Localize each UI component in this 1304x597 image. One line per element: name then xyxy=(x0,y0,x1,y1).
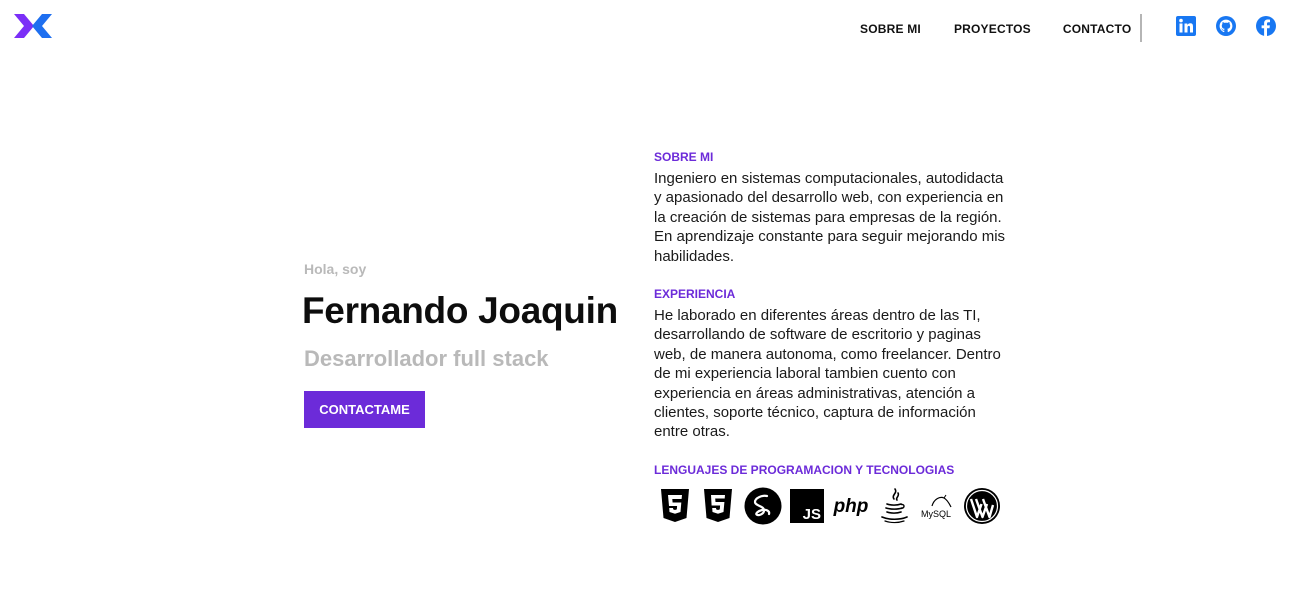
html5-icon xyxy=(659,486,691,526)
nav-proyectos[interactable]: PROYECTOS xyxy=(954,22,1031,36)
experience-title: EXPERIENCIA xyxy=(654,287,736,301)
javascript-icon-text: JS xyxy=(803,506,821,523)
greeting-text: Hola, soy xyxy=(304,261,367,277)
linkedin-icon[interactable] xyxy=(1176,16,1196,36)
mysql-icon: MySQL xyxy=(918,486,956,526)
hero-role: Desarrollador full stack xyxy=(304,346,549,371)
javascript-icon: JS xyxy=(789,486,825,526)
nav-contacto[interactable]: CONTACTO xyxy=(1063,22,1132,36)
css3-icon xyxy=(702,486,734,526)
hero-name: Fernando Joaquin xyxy=(302,290,618,331)
github-icon[interactable] xyxy=(1216,16,1236,36)
php-icon: php xyxy=(831,486,871,526)
experience-text: He laborado en diferentes áreas dentro d… xyxy=(654,307,1001,441)
nav-sobre-mi[interactable]: SOBRE MI xyxy=(860,22,921,36)
php-icon-text: php xyxy=(833,496,869,517)
main-nav: SOBRE MI PROYECTOS CONTACTO xyxy=(860,22,1131,36)
nav-divider xyxy=(1140,14,1142,42)
about-text: Ingeniero en sistemas computacionales, a… xyxy=(654,170,1006,265)
sass-icon xyxy=(744,486,782,526)
about-title: SOBRE MI xyxy=(654,150,714,164)
mysql-icon-text: MySQL xyxy=(921,509,951,519)
java-icon xyxy=(878,486,910,526)
contact-button[interactable]: CONTACTAME xyxy=(304,391,425,428)
facebook-icon[interactable] xyxy=(1256,16,1276,36)
logo-icon[interactable] xyxy=(14,12,52,40)
technologies-title: LENGUAJES DE PROGRAMACION Y TECNOLOGIAS xyxy=(654,463,955,477)
wordpress-icon xyxy=(963,486,1001,526)
